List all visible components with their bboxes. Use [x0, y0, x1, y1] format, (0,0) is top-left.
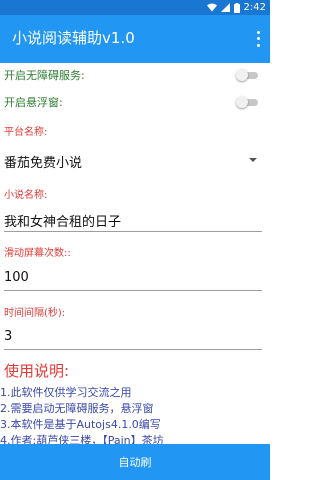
floating-window-row: 开启悬浮窗:	[0, 90, 270, 114]
usage-note: 3.本软件是基于Autojs4.1.0编写	[0, 418, 161, 431]
dropdown-arrow-icon[interactable]	[249, 158, 257, 162]
floating-window-toggle[interactable]	[236, 96, 258, 108]
swipe-count-label: 滑动屏幕次数::	[4, 248, 71, 259]
accessibility-toggle[interactable]	[236, 69, 258, 81]
novel-name-underline	[4, 231, 262, 232]
interval-label: 时间间隔(秒):	[4, 308, 66, 319]
app-screen: 2:42 小说阅读辅助v1.0 开启无障碍服务: 开启悬浮窗: 平台名称: 番茄…	[0, 0, 270, 480]
usage-notes: 1.此软件仅供学习交流之用 2.需要启动无障碍服务，悬浮窗 3.本软件是基于Au…	[0, 385, 270, 449]
app-bar: 小说阅读辅助v1.0	[0, 15, 270, 63]
usage-note: 2.需要启动无障碍服务，悬浮窗	[0, 402, 154, 415]
interval-underline	[4, 349, 262, 350]
status-bar: 2:42	[0, 0, 270, 15]
auto-read-button-label: 自动刷	[118, 456, 152, 469]
interval-input[interactable]: 3	[4, 329, 12, 344]
accessibility-label: 开启无障碍服务:	[4, 69, 85, 82]
usage-note: 1.此软件仅供学习交流之用	[0, 386, 132, 399]
wifi-icon	[206, 3, 217, 12]
app-title: 小说阅读辅助v1.0	[12, 29, 135, 47]
overflow-menu-icon[interactable]	[254, 29, 262, 49]
floating-window-label: 开启悬浮窗:	[4, 96, 63, 109]
auto-read-button[interactable]: 自动刷	[0, 444, 270, 480]
swipe-count-input[interactable]: 100	[4, 270, 29, 285]
battery-icon	[233, 2, 240, 13]
status-icons: 2:42	[206, 0, 266, 15]
swipe-count-underline	[4, 290, 262, 291]
platform-label: 平台名称:	[4, 127, 48, 138]
accessibility-row: 开启无障碍服务:	[0, 63, 270, 87]
novel-name-input[interactable]: 我和女神合租的日子	[4, 211, 121, 230]
platform-select[interactable]: 番茄免费小说	[4, 152, 82, 171]
usage-title: 使用说明:	[4, 362, 70, 380]
signal-icon	[220, 3, 230, 12]
clock: 2:42	[243, 2, 266, 13]
novel-name-label: 小说名称:	[4, 190, 48, 201]
